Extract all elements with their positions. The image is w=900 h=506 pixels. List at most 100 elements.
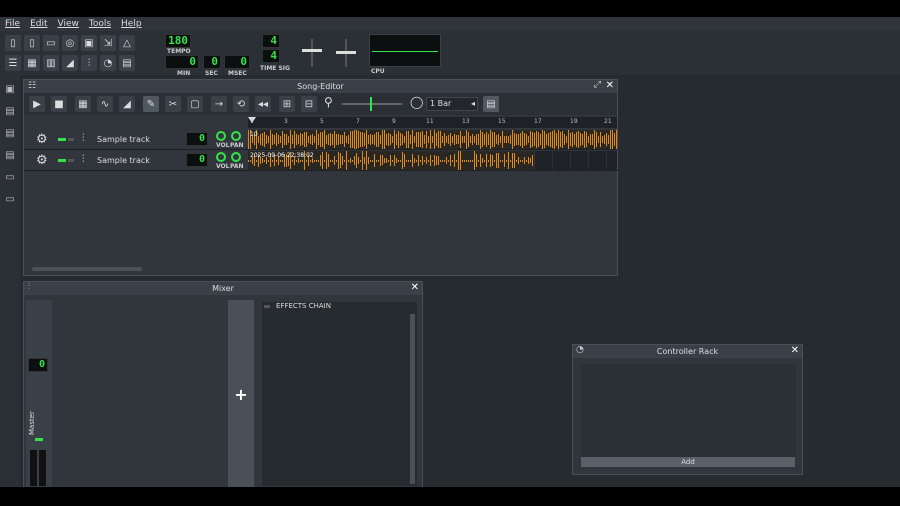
solo-led[interactable] [68, 138, 74, 141]
mute-led[interactable] [35, 438, 43, 441]
computer-icon[interactable]: ▭ [4, 193, 16, 205]
insert-bar-icon[interactable]: ⊞ [279, 96, 295, 112]
song-editor-icon[interactable]: ☰ [5, 55, 21, 71]
project-notes-icon[interactable]: ▤ [119, 55, 135, 71]
add-sample-track-icon[interactable]: ∿ [97, 96, 113, 112]
effects-chain-panel: EFFECTS CHAIN [262, 302, 417, 486]
save-icon[interactable]: ▣ [81, 35, 97, 51]
remove-bar-icon[interactable]: ⊟ [301, 96, 317, 112]
open-project-icon[interactable]: ▭ [43, 35, 59, 51]
piano-roll-icon[interactable]: ▥ [43, 55, 59, 71]
waveform-bar [296, 133, 297, 146]
beat-bassline-icon[interactable]: ▦ [24, 55, 40, 71]
waveform-bar [508, 151, 509, 170]
volume-knob[interactable] [216, 131, 226, 141]
zoom-slider[interactable] [342, 97, 402, 111]
add-channel-button[interactable]: + [228, 300, 254, 487]
waveform-bar [446, 157, 447, 164]
timesig-numerator[interactable]: 4 [262, 34, 280, 48]
my-presets-icon[interactable]: ▤ [4, 149, 16, 161]
waveform-bar [366, 130, 367, 149]
knife-mode-icon[interactable]: ✂ [165, 96, 181, 112]
close-icon[interactable]: ✕ [606, 80, 614, 91]
waveform-bar [408, 130, 409, 149]
horizontal-scrollbar[interactable] [32, 267, 142, 271]
timesig-denominator[interactable]: 4 [262, 49, 280, 63]
draw-mode-icon[interactable]: ✎ [143, 96, 159, 112]
waveform-bar [460, 131, 461, 148]
song-editor-titlebar[interactable]: ☷ Song-Editor ⤢ ✕ [24, 80, 617, 93]
timeline-ruler[interactable]: 1 3 5 7 9 11 13 15 17 19 21 [248, 117, 617, 128]
close-icon[interactable]: ✕ [411, 282, 419, 293]
waveform-bar [372, 135, 373, 144]
instrument-plugins-icon[interactable]: ▣ [4, 83, 16, 95]
waveform-bar [366, 151, 367, 170]
waveform-bar [498, 134, 499, 145]
maximize-icon[interactable]: ⤢ [594, 80, 601, 90]
metronome-icon[interactable]: △ [119, 35, 135, 51]
export-icon[interactable]: ⇲ [100, 35, 116, 51]
master-channel[interactable]: 0 Master [26, 300, 52, 487]
menu-file[interactable]: File [5, 19, 20, 29]
solo-led[interactable] [68, 159, 74, 162]
menu-tools[interactable]: Tools [89, 19, 111, 29]
stop-icon[interactable]: ■ [51, 96, 67, 112]
add-automation-track-icon[interactable]: ◢ [119, 96, 135, 112]
track-name[interactable]: Sample track [97, 156, 150, 165]
close-icon[interactable]: ✕ [791, 345, 799, 356]
mixer-titlebar[interactable]: ⫶ Mixer ✕ [24, 282, 422, 295]
recent-projects-icon[interactable]: ◎ [62, 35, 78, 51]
oscilloscope[interactable] [369, 34, 441, 67]
waveform-bar [368, 156, 369, 165]
track-volume-display[interactable]: 0 [186, 153, 208, 167]
main-toolbar: ▯ ▯ ▭ ◎ ▣ ⇲ △ ☰ ▦ ▥ ◢ ⫶ ◔ ▤ 180 TEMPO 0 … [0, 31, 900, 77]
my-samples-icon[interactable]: ▤ [4, 127, 16, 139]
home-folder-icon[interactable]: ▭ [4, 171, 16, 183]
waveform-bar [426, 131, 427, 148]
mute-led[interactable] [58, 138, 66, 141]
add-controller-button[interactable]: Add [581, 457, 795, 467]
waveform-bar [384, 130, 385, 149]
my-projects-icon[interactable]: ▤ [4, 105, 16, 117]
pan-knob[interactable] [231, 152, 241, 162]
volume-knob[interactable] [216, 152, 226, 162]
waveform-bar [496, 152, 497, 169]
behavior-stop-icon[interactable]: ◂◂ [255, 96, 271, 112]
tempo-display[interactable]: 180 [165, 34, 191, 48]
automation-editor-icon[interactable]: ◢ [62, 55, 78, 71]
controller-rack-icon[interactable]: ◔ [100, 55, 116, 71]
effects-scrollbar[interactable] [410, 314, 415, 484]
new-project-icon[interactable]: ▯ [5, 35, 21, 51]
gear-icon[interactable]: ⚙ [36, 153, 48, 168]
snap-select[interactable]: 1 Bar ◂ [426, 97, 478, 111]
master-pitch-slider[interactable] [334, 39, 358, 67]
track-volume-display[interactable]: 0 [186, 132, 208, 146]
waveform-bar [422, 130, 423, 149]
loop-points-icon[interactable]: ⟲ [233, 96, 249, 112]
menu-view[interactable]: View [58, 19, 79, 29]
gear-icon[interactable]: ⚙ [36, 132, 48, 147]
menu-edit[interactable]: Edit [30, 19, 47, 29]
effects-chain-led[interactable] [264, 305, 270, 308]
new-from-template-icon[interactable]: ▯ [24, 35, 40, 51]
controller-rack-titlebar[interactable]: ◔ Controller Rack ✕ [573, 345, 802, 358]
master-volume-slider[interactable] [300, 39, 324, 67]
mixer-icon[interactable]: ⫶ [81, 55, 97, 71]
quantize-icon: ◯ [410, 95, 424, 109]
add-beat-bassline-icon[interactable]: ▦ [75, 96, 91, 112]
waveform-bar [318, 133, 319, 146]
waveform-bar [464, 159, 465, 162]
pan-knob[interactable] [231, 131, 241, 141]
proportional-snap-icon[interactable]: ▤ [483, 96, 499, 112]
select-mode-icon[interactable]: ▢ [187, 96, 203, 112]
sample-clip[interactable]: 10 [248, 130, 617, 149]
waveform-bar [448, 159, 449, 162]
auto-scroll-icon[interactable]: → [211, 96, 227, 112]
mute-led[interactable] [58, 159, 66, 162]
waveform-bar [398, 130, 399, 149]
play-icon[interactable]: ▶ [29, 96, 45, 112]
sample-clip[interactable]: 2025-09-06 22:38:02 [248, 151, 534, 170]
track-name[interactable]: Sample track [97, 135, 150, 144]
menu-help[interactable]: Help [121, 19, 142, 29]
empty-track-area[interactable] [535, 151, 617, 170]
